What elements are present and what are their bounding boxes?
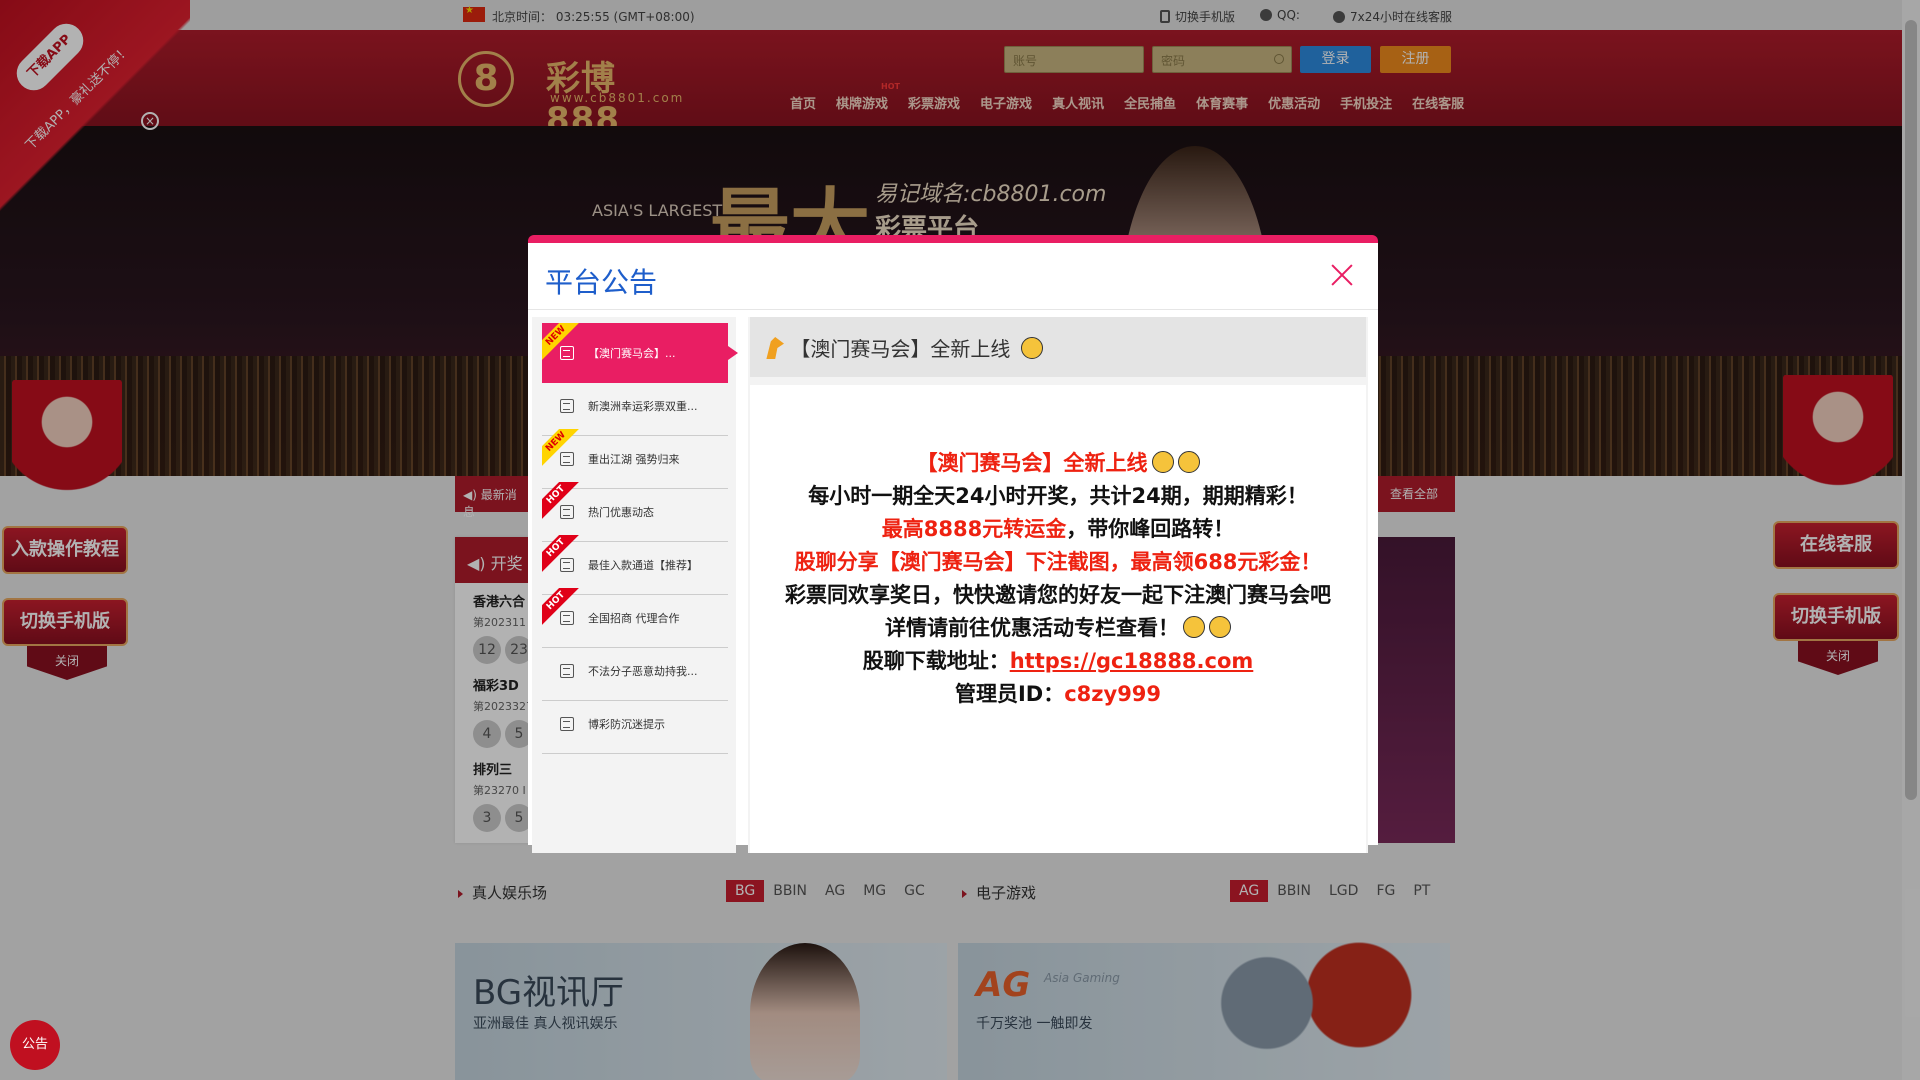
announcement-item[interactable]: 博彩防沉迷提示 — [542, 694, 728, 754]
download-link[interactable]: https://gc18888.com — [1010, 649, 1254, 673]
announcement-modal: 平台公告 NEW 【澳门赛马会】... 新澳洲幸运彩票双重... NEW 重出江… — [528, 235, 1378, 853]
detail-line: 【澳门赛马会】全新上线 — [750, 447, 1366, 480]
message-icon — [560, 716, 574, 731]
horse-rider-icon — [766, 337, 784, 359]
announcement-item[interactable]: HOT 最佳入款通道【推荐】 — [542, 535, 728, 595]
admin-id-line: 管理员ID：c8zy999 — [954, 682, 1162, 706]
announcement-button[interactable]: 公告 — [10, 1020, 60, 1070]
announcement-detail: 【澳门赛马会】全新上线 【澳门赛马会】全新上线 每小时一期全天24小时开奖，共计… — [748, 317, 1368, 853]
message-icon — [560, 451, 574, 466]
divider — [528, 309, 1378, 310]
detail-line: 最高8888元转运金，带你峰回路转！ — [881, 517, 1235, 541]
message-icon — [560, 504, 574, 519]
message-icon — [560, 610, 574, 625]
announcement-list: NEW 【澳门赛马会】... 新澳洲幸运彩票双重... NEW 重出江湖 强势归… — [532, 317, 738, 853]
announcement-item[interactable]: HOT 全国招商 代理合作 — [542, 588, 728, 648]
announcement-item[interactable]: 不法分子恶意劫持我... — [542, 641, 728, 701]
announcement-item[interactable]: NEW 【澳门赛马会】... — [542, 323, 738, 383]
smiley-icon — [1209, 616, 1231, 638]
detail-line: 彩票同欢享奖日，快快邀请您的好友一起下注澳门赛马会吧 — [785, 583, 1331, 607]
detail-line: 每小时一期全天24小时开奖，共计24期，期期精彩！ — [808, 484, 1308, 508]
detail-body: 【澳门赛马会】全新上线 每小时一期全天24小时开奖，共计24期，期期精彩！ 最高… — [750, 385, 1366, 853]
detail-header: 【澳门赛马会】全新上线 — [750, 317, 1366, 377]
smiley-icon — [1151, 451, 1174, 473]
detail-line: 股聊分享【澳门赛马会】下注截图，最高领688元彩金！ — [794, 550, 1322, 574]
smiley-icon — [1177, 451, 1200, 473]
announcement-item[interactable]: 新澳洲幸运彩票双重... — [542, 376, 728, 436]
close-icon[interactable] — [1330, 263, 1354, 287]
trophy-icon — [1020, 337, 1043, 359]
message-icon — [560, 346, 574, 360]
announcement-item[interactable]: NEW 重出江湖 强势归来 — [542, 429, 728, 489]
smiley-icon — [1183, 616, 1205, 638]
detail-line: 详情请前往优惠活动专栏查看！ — [750, 612, 1366, 645]
admin-id: c8zy999 — [1064, 682, 1162, 706]
message-icon — [560, 398, 574, 413]
announcement-item[interactable]: HOT 热门优惠动态 — [542, 482, 728, 542]
message-icon — [560, 557, 574, 572]
modal-title: 平台公告 — [545, 266, 658, 299]
download-address-line: 股聊下载地址：https://gc18888.com — [862, 649, 1254, 673]
message-icon — [560, 663, 574, 678]
